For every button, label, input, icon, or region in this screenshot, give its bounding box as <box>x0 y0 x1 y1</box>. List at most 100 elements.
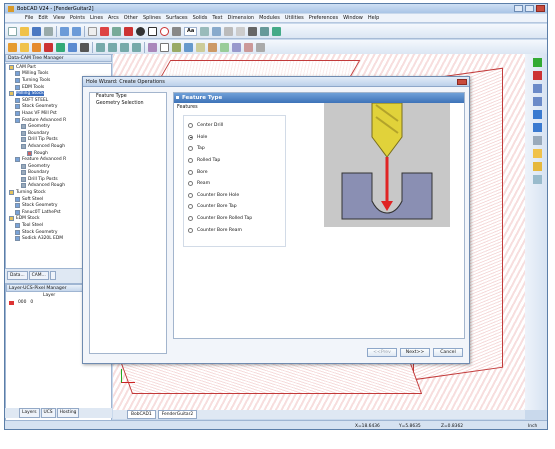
cube-icon[interactable] <box>532 97 542 106</box>
radio-button[interactable] <box>188 181 193 187</box>
wireframe-icon[interactable] <box>160 42 169 52</box>
menu-item[interactable]: Arcs <box>108 15 119 21</box>
zoom-icon[interactable] <box>272 26 282 36</box>
feature-option[interactable]: Hole <box>184 132 285 144</box>
surface-icon[interactable] <box>532 136 542 145</box>
menu-item[interactable]: Window <box>343 15 363 21</box>
surface-icon[interactable] <box>172 42 181 52</box>
layer-icon[interactable] <box>200 26 210 36</box>
close-x-icon[interactable] <box>532 71 542 80</box>
redo-icon[interactable] <box>72 26 81 36</box>
nav-geometry-selection[interactable]: Geometry Selection <box>90 100 166 107</box>
next-button[interactable]: Next>> <box>400 348 430 357</box>
save-icon[interactable] <box>32 26 41 36</box>
menu-item[interactable]: Utilities <box>285 15 304 21</box>
measure-icon[interactable] <box>236 26 246 36</box>
solid-icon[interactable] <box>184 42 193 52</box>
menu-item[interactable]: Modules <box>259 15 280 21</box>
tab-fenderguitar2[interactable]: FenderGuitar2 <box>157 410 198 419</box>
radio-button[interactable] <box>188 216 193 222</box>
menu-item[interactable]: Edit <box>38 15 48 21</box>
new-file-icon[interactable] <box>8 26 17 36</box>
minimize-button[interactable] <box>514 5 523 12</box>
maximize-button[interactable] <box>525 5 534 12</box>
view-side-icon[interactable] <box>120 42 129 52</box>
menu-item[interactable]: File <box>25 15 33 21</box>
tab-hosting[interactable]: Hosting <box>56 408 80 418</box>
eye-icon[interactable] <box>9 300 14 305</box>
radio-button[interactable] <box>188 146 193 152</box>
menu-item[interactable]: Points <box>70 15 85 21</box>
dimension-icon[interactable] <box>196 42 205 52</box>
menu-item[interactable]: Splines <box>143 15 161 21</box>
menu-item[interactable]: Solids <box>193 15 208 21</box>
color-icon[interactable] <box>124 26 133 36</box>
drill-icon[interactable] <box>44 42 53 52</box>
feature-option[interactable]: Ream <box>184 178 285 190</box>
feature-option[interactable]: Bore <box>184 166 285 178</box>
undo-icon[interactable] <box>60 26 69 36</box>
feature-option[interactable]: Counter Bore Ream <box>184 224 285 236</box>
folder-icon[interactable] <box>532 149 542 158</box>
fillet-icon[interactable] <box>256 42 265 52</box>
text-tool-combo[interactable]: Aa <box>184 26 198 36</box>
check-icon[interactable] <box>532 58 542 67</box>
menu-item[interactable]: Surfaces <box>166 15 188 21</box>
offset-icon[interactable] <box>244 42 253 52</box>
rectangle-icon[interactable] <box>148 26 157 36</box>
extend-icon[interactable] <box>232 42 241 52</box>
menu-item[interactable]: Preferences <box>309 15 338 21</box>
tab-extra[interactable] <box>49 271 56 280</box>
radio-button[interactable] <box>188 227 193 233</box>
folder-icon[interactable] <box>20 42 29 52</box>
tab-layers[interactable]: Layers <box>19 408 40 418</box>
gear-icon[interactable] <box>8 42 17 52</box>
dialog-close-button[interactable] <box>457 79 467 85</box>
radio-button[interactable] <box>188 192 193 198</box>
menu-item[interactable]: Lines <box>90 15 103 21</box>
menu-item[interactable]: Dimension <box>228 15 255 21</box>
mirror-icon[interactable] <box>212 26 222 36</box>
point-icon[interactable] <box>136 26 145 36</box>
open-folder-icon[interactable] <box>20 26 29 36</box>
prev-button[interactable]: <<Prev <box>367 348 397 357</box>
feature-option[interactable]: Counter Bore Rolled Tap <box>184 213 285 225</box>
arc-icon[interactable] <box>160 26 169 36</box>
cube-icon[interactable] <box>532 84 542 93</box>
arrow-icon[interactable] <box>532 110 542 119</box>
menu-item[interactable]: Other <box>124 15 138 21</box>
print-icon[interactable] <box>44 26 53 36</box>
rotate-icon[interactable] <box>260 26 270 36</box>
feature-option[interactable]: Center Drill <box>184 120 285 132</box>
feature-option[interactable]: Rolled Tap <box>184 155 285 167</box>
feature-option[interactable]: Counter Bore Tap <box>184 201 285 213</box>
tree-item[interactable]: CAM Part <box>6 64 111 71</box>
view-iso-icon[interactable] <box>132 42 141 52</box>
tab-data[interactable]: Data... <box>7 271 28 280</box>
cancel-button[interactable]: Cancel <box>433 348 463 357</box>
close-button[interactable] <box>536 5 545 12</box>
grid-icon[interactable] <box>112 26 121 36</box>
view-front-icon[interactable] <box>108 42 117 52</box>
feature-option[interactable]: Tap <box>184 143 285 155</box>
menu-item[interactable]: Text <box>212 15 222 21</box>
radio-button[interactable] <box>188 158 193 164</box>
section-icon[interactable] <box>208 42 217 52</box>
tab-cam[interactable]: CAM... <box>28 271 49 280</box>
wrench-icon[interactable] <box>32 42 41 52</box>
arrow-icon[interactable] <box>532 123 542 132</box>
feature-option[interactable]: Counter Bore Hole <box>184 190 285 202</box>
move-icon[interactable] <box>248 26 258 36</box>
view-top-icon[interactable] <box>96 42 105 52</box>
tab-bobcad1[interactable]: BobCAD1 <box>127 410 156 419</box>
shade-icon[interactable] <box>148 42 157 52</box>
radio-button[interactable] <box>188 204 193 210</box>
radio-button[interactable] <box>188 134 193 140</box>
radio-button[interactable] <box>188 169 193 175</box>
chamfer-icon[interactable] <box>172 26 181 36</box>
menu-item[interactable]: View <box>53 15 65 21</box>
radio-button[interactable] <box>188 123 193 129</box>
nav-feature-type[interactable]: Feature Type <box>90 93 166 100</box>
stock-icon[interactable] <box>68 42 77 52</box>
snap-icon[interactable] <box>100 26 109 36</box>
